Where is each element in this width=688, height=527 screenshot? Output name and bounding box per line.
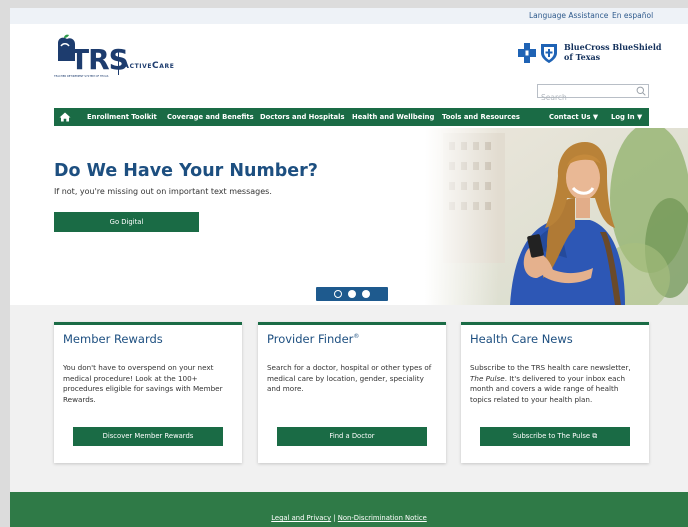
health-care-news-body: Subscribe to the TRS health care newslet… <box>470 363 642 405</box>
hero-banner: Do We Have Your Number? If not, you're m… <box>10 128 688 305</box>
carousel-dot-3[interactable] <box>362 290 370 298</box>
the-pulse-emphasis: The Pulse <box>470 373 505 383</box>
footer: Legal and Privacy | Non-Discrimination N… <box>10 492 688 527</box>
main-navigation: Enrollment Toolkit Coverage and Benefits… <box>54 108 649 126</box>
provider-finder-card: Provider Finder® Search for a doctor, ho… <box>258 322 446 463</box>
nav-enrollment-toolkit[interactable]: Enrollment Toolkit <box>87 113 157 121</box>
bcbs-logo[interactable]: BlueCross BlueShield of Texas <box>518 42 661 68</box>
subscribe-pulse-button[interactable]: Subscribe to The Pulse ⧉ <box>480 427 630 446</box>
logo-divider <box>118 51 119 75</box>
trs-activecare-logo[interactable]: TRS ActiveCare TEACHER RETIREMENT SYSTEM… <box>54 34 194 78</box>
go-digital-button[interactable]: Go Digital <box>54 212 199 232</box>
nav-coverage-benefits[interactable]: Coverage and Benefits <box>167 113 254 121</box>
provider-finder-body: Search for a doctor, hospital or other t… <box>267 363 432 393</box>
logo-activecare-text: ActiveCare <box>122 61 175 71</box>
home-icon <box>59 112 71 122</box>
health-care-news-card: Health Care News Subscribe to the TRS he… <box>461 322 649 463</box>
nav-home-button[interactable] <box>54 108 76 126</box>
carousel-indicator <box>316 287 388 301</box>
espanol-link[interactable]: En español <box>612 11 653 20</box>
nav-tools-resources[interactable]: Tools and Resources <box>442 113 520 121</box>
bcbs-line-2: of Texas <box>564 51 601 62</box>
blue-cross-icon <box>518 43 536 63</box>
utility-bar: Language Assistance En español <box>10 8 688 24</box>
news-body-prefix: Subscribe to the TRS health care newslet… <box>470 363 631 372</box>
carousel-dot-2[interactable] <box>348 290 356 298</box>
blue-shield-icon <box>541 44 557 63</box>
footer-separator: | <box>333 514 336 522</box>
logo-small-text: TEACHER RETIREMENT SYSTEM OF TEXAS <box>54 75 109 78</box>
registered-mark: ® <box>353 333 360 341</box>
member-rewards-title: Member Rewards <box>63 332 163 346</box>
find-a-doctor-button[interactable]: Find a Doctor <box>277 427 427 446</box>
search-icon[interactable] <box>636 86 646 96</box>
nav-log-in[interactable]: Log In ▼ <box>611 113 642 121</box>
search-box <box>537 84 649 104</box>
health-care-news-title: Health Care News <box>470 332 573 346</box>
non-discrimination-link[interactable]: Non-Discrimination Notice <box>338 514 427 522</box>
footer-links: Legal and Privacy | Non-Discrimination N… <box>10 514 688 522</box>
search-input[interactable] <box>538 91 633 104</box>
page: Language Assistance En español TRS Activ… <box>10 8 688 527</box>
nav-doctors-hospitals[interactable]: Doctors and Hospitals <box>260 113 345 121</box>
carousel-dot-1[interactable] <box>334 290 342 298</box>
hero-photo <box>425 128 688 305</box>
nav-health-wellbeing[interactable]: Health and Wellbeing <box>352 113 434 121</box>
provider-finder-title-text: Provider Finder <box>267 332 354 346</box>
provider-finder-title: Provider Finder® <box>267 332 359 346</box>
logo-trs-text: TRS <box>70 43 129 76</box>
legal-privacy-link[interactable]: Legal and Privacy <box>271 514 331 522</box>
hero-subtitle: If not, you're missing out on important … <box>54 187 272 196</box>
language-assistance-link[interactable]: Language Assistance <box>529 11 608 20</box>
member-rewards-card: Member Rewards You don't have to overspe… <box>54 322 242 463</box>
member-rewards-body: You don't have to overspend on your next… <box>63 363 223 404</box>
nav-contact-us[interactable]: Contact Us ▼ <box>549 113 598 121</box>
hero-title: Do We Have Your Number? <box>54 161 318 181</box>
bcbs-name: BlueCross BlueShield of Texas <box>564 42 661 62</box>
discover-member-rewards-button[interactable]: Discover Member Rewards <box>73 427 223 446</box>
